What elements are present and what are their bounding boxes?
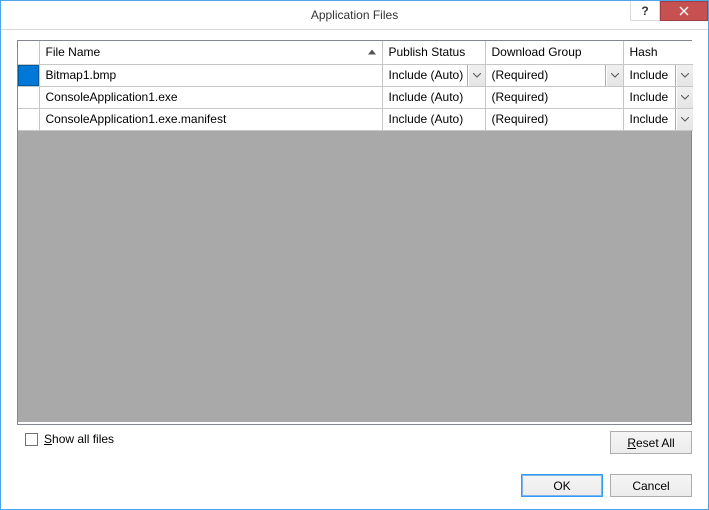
download-group-combo-text: (Required)	[486, 65, 606, 86]
help-icon: ?	[641, 4, 648, 18]
publish-status-combo-text: Include (Auto)	[383, 109, 485, 130]
publish-status-combo-dropdown-button[interactable]	[468, 65, 485, 86]
download-group-combo: (Required)	[486, 87, 623, 108]
table-row[interactable]: Bitmap1.bmpInclude (Auto) (Required) Inclu…	[18, 64, 693, 86]
grid-empty-area	[18, 131, 691, 422]
close-icon	[679, 6, 689, 16]
files-grid[interactable]: File Name Publish Status Download Group …	[18, 41, 693, 131]
chevron-down-icon	[611, 73, 619, 78]
chevron-down-icon	[681, 95, 689, 100]
file-name-cell[interactable]: ConsoleApplication1.exe.manifest	[39, 108, 382, 130]
hash-combo-dropdown-button[interactable]	[676, 87, 693, 108]
chevron-down-icon	[473, 73, 481, 78]
publish-status-cell: Include (Auto)	[382, 108, 485, 130]
column-hash[interactable]: Hash	[623, 41, 693, 64]
hash-cell[interactable]: Include	[623, 64, 693, 86]
column-download-group[interactable]: Download Group	[485, 41, 623, 64]
download-group-cell: (Required)	[485, 86, 623, 108]
help-button[interactable]: ?	[630, 1, 660, 21]
download-group-combo-dropdown-button[interactable]	[606, 65, 623, 86]
hash-combo-text: Include	[624, 65, 677, 86]
column-publish-status[interactable]: Publish Status	[382, 41, 485, 64]
ok-button[interactable]: OK	[521, 474, 603, 497]
column-file-name[interactable]: File Name	[39, 41, 382, 64]
download-group-cell: (Required)	[485, 108, 623, 130]
chevron-down-icon	[681, 117, 689, 122]
publish-status-combo-text: Include (Auto)	[383, 87, 485, 108]
hash-combo[interactable]: Include	[624, 87, 694, 108]
publish-status-combo: Include (Auto)	[383, 87, 485, 108]
table-row[interactable]: ConsoleApplication1.exeInclude (Auto)(Re…	[18, 86, 693, 108]
publish-status-combo[interactable]: Include (Auto)	[383, 65, 485, 86]
hash-cell[interactable]: Include	[623, 108, 693, 130]
row-marker[interactable]	[18, 64, 39, 86]
hash-combo-text: Include	[624, 87, 677, 108]
file-name-cell[interactable]: Bitmap1.bmp	[39, 64, 382, 86]
file-name-cell[interactable]: ConsoleApplication1.exe	[39, 86, 382, 108]
hash-combo-dropdown-button[interactable]	[676, 109, 693, 130]
download-group-combo: (Required)	[486, 109, 623, 130]
row-marker[interactable]	[18, 108, 39, 130]
show-all-files-checkbox[interactable]	[25, 433, 38, 446]
download-group-combo-text: (Required)	[486, 109, 623, 130]
chevron-down-icon	[681, 73, 689, 78]
titlebar: Application Files ?	[1, 1, 708, 30]
dialog-title: Application Files	[1, 8, 708, 22]
table-row[interactable]: ConsoleApplication1.exe.manifestInclude …	[18, 108, 693, 130]
hash-combo[interactable]: Include	[624, 65, 694, 86]
show-all-files-label[interactable]: Show all files	[44, 432, 114, 446]
hash-combo-dropdown-button[interactable]	[676, 65, 693, 86]
row-marker[interactable]	[18, 86, 39, 108]
row-header-column[interactable]	[18, 41, 39, 64]
hash-combo[interactable]: Include	[624, 109, 694, 130]
hash-combo-text: Include	[624, 109, 677, 130]
download-group-combo-text: (Required)	[486, 87, 623, 108]
publish-status-combo-text: Include (Auto)	[383, 65, 468, 86]
column-file-name-label: File Name	[46, 45, 101, 59]
download-group-combo[interactable]: (Required)	[486, 65, 623, 86]
download-group-cell[interactable]: (Required)	[485, 64, 623, 86]
publish-status-cell: Include (Auto)	[382, 86, 485, 108]
sort-asc-icon	[368, 50, 376, 55]
reset-all-button[interactable]: Reset All	[610, 431, 692, 454]
publish-status-combo: Include (Auto)	[383, 109, 485, 130]
cancel-button[interactable]: Cancel	[610, 474, 692, 497]
hash-cell[interactable]: Include	[623, 86, 693, 108]
close-button[interactable]	[660, 1, 708, 21]
files-grid-container: File Name Publish Status Download Group …	[17, 40, 692, 425]
publish-status-cell[interactable]: Include (Auto)	[382, 64, 485, 86]
